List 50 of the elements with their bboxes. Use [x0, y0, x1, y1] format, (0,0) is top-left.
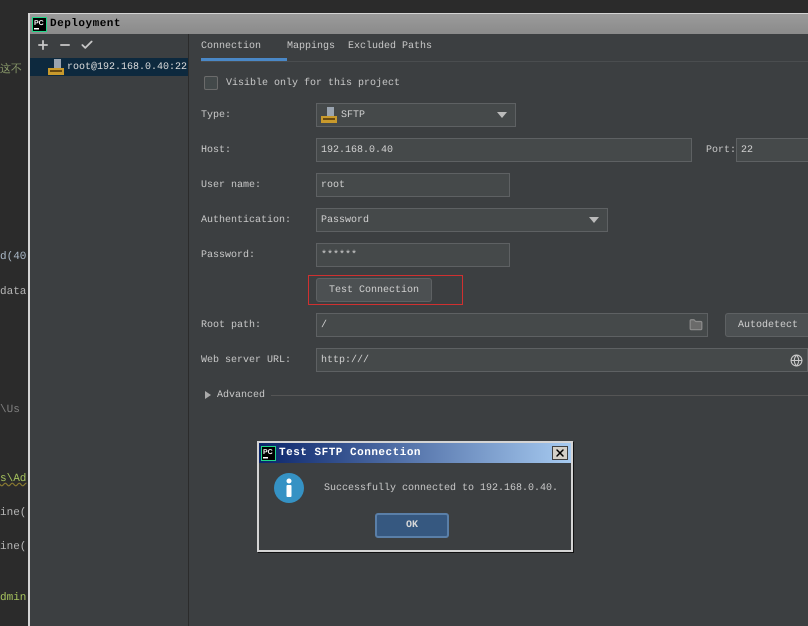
input-field[interactable]: ****** — [316, 243, 510, 267]
input-field[interactable]: / — [316, 313, 708, 337]
caret-icon — [589, 217, 599, 223]
globe-icon[interactable] — [790, 354, 803, 366]
tab[interactable]: Connection — [201, 34, 287, 61]
code-fragment: ine( — [0, 506, 28, 520]
caret-icon — [497, 112, 507, 118]
field-label: Password: — [201, 250, 256, 260]
test-connection-button[interactable]: Test Connection — [316, 278, 432, 302]
dropdown[interactable]: SFTP — [316, 103, 516, 127]
folder-icon[interactable] — [689, 318, 703, 332]
input-field[interactable]: 22 — [736, 138, 808, 162]
server-icon — [48, 59, 64, 75]
input-field[interactable]: root — [316, 173, 510, 197]
field-label: User name: — [201, 180, 262, 190]
code-fragment: data — [0, 285, 28, 299]
add-icon[interactable] — [36, 38, 50, 52]
close-icon — [554, 447, 566, 459]
field-label: Host: — [201, 144, 232, 156]
checkbox[interactable] — [204, 76, 218, 90]
tab[interactable]: Excluded Paths — [348, 34, 446, 61]
server-item[interactable]: root@192.168.0.40:22 — [30, 58, 188, 76]
section-title[interactable]: Advanced — [217, 390, 266, 400]
checkbox-label: Visible only for this project — [226, 78, 400, 88]
checkmark-icon[interactable] — [80, 38, 94, 52]
input-field[interactable]: http:/// — [316, 348, 808, 372]
window-title: Deployment — [50, 18, 122, 30]
dropdown[interactable]: Password — [316, 208, 608, 232]
code-fragment: \Us — [0, 403, 21, 417]
field-label: Web server URL: — [201, 354, 292, 366]
close-button[interactable] — [552, 446, 568, 460]
code-fragment: ine( — [0, 540, 28, 554]
server-name: root@192.168.0.40:22 — [67, 62, 188, 72]
input-field[interactable]: 192.168.0.40 — [316, 138, 692, 162]
autodetect-button[interactable]: Autodetect — [725, 313, 808, 337]
field-label: Type: — [201, 110, 232, 120]
code-fragment: 这不 — [0, 63, 23, 77]
field-label: Authentication: — [201, 214, 292, 226]
dialog-message: Successfully connected to 192.168.0.40. — [324, 482, 558, 494]
ok-button[interactable]: OK — [375, 513, 449, 538]
code-fragment: d(40 — [0, 250, 28, 264]
code-fragment: s\Ad — [0, 472, 28, 486]
info-icon — [274, 473, 304, 503]
server-icon — [321, 107, 337, 123]
field-label: Root path: — [201, 320, 262, 330]
dialog-title: Test SFTP Connection — [279, 447, 422, 459]
code-fragment: dmin — [0, 591, 28, 605]
field-label: Port: — [706, 144, 736, 156]
expand-arrow-icon[interactable] — [205, 391, 211, 399]
tab[interactable]: Mappings — [287, 34, 348, 61]
